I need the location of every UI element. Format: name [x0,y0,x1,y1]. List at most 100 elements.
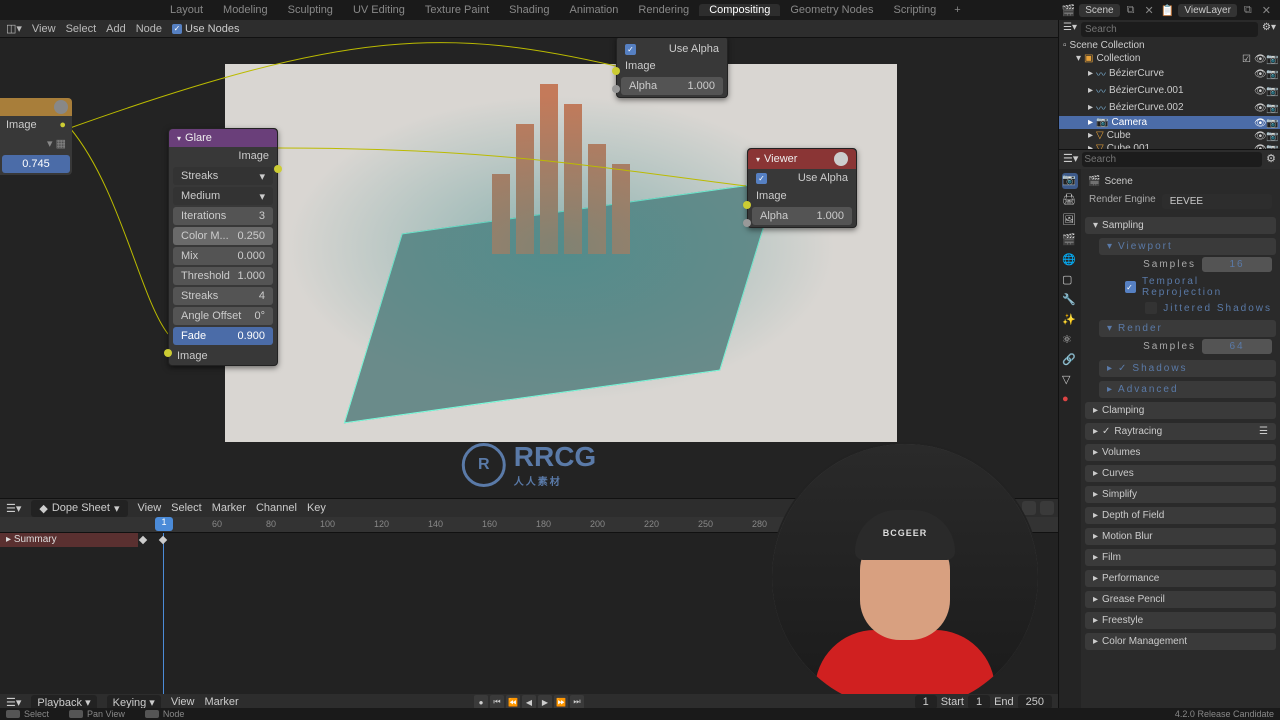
outliner[interactable]: ☰▾⚙▾ ▫Scene Collection ▾▣Collection☑👁📷 ▸… [1059,20,1280,150]
panel-advanced[interactable]: ▸Advanced [1099,381,1276,398]
collapse-icon[interactable]: ▾ [756,155,760,164]
viewlayer-new-icon[interactable]: ⧉ [1241,4,1255,17]
play-rev-icon[interactable]: ◀ [522,695,536,709]
compositor-area[interactable]: R RRCG人人素材 Image● ▾ ▦ 0.745 ▾Glare Image… [0,38,1058,498]
play-icon[interactable]: ▶ [538,695,552,709]
node-glare[interactable]: ▾Glare Image Streaks▾ Medium▾ Iterations… [168,128,278,366]
tab-world-icon[interactable]: 🌐 [1062,253,1078,269]
outliner-item-camera[interactable]: ▸📷Camera👁📷 [1059,116,1280,129]
panel-sampling[interactable]: ▾Sampling [1085,217,1276,234]
glare-threshold[interactable]: Threshold1.000 [173,267,273,285]
fragment-value[interactable]: 0.745 [2,155,70,173]
menu-node[interactable]: Node [136,23,162,35]
tab-modifier-icon[interactable]: 🔧 [1062,293,1078,309]
jump-start-icon[interactable]: ⏮ [490,695,504,709]
checkmark-icon[interactable]: ✓ [756,173,767,184]
outliner-item[interactable]: ▸〰BézierCurve👁📷 [1059,65,1280,82]
panel-render[interactable]: ▾Render [1099,320,1276,337]
glare-quality[interactable]: Medium▾ [173,187,273,205]
tab-add-icon[interactable]: + [946,4,968,16]
jitter-check[interactable] [1145,302,1157,314]
keyframe[interactable] [139,536,147,544]
outliner-search[interactable] [1081,22,1258,37]
panel-dof[interactable]: ▸Depth of Field [1085,507,1276,524]
dope-select[interactable]: Select [171,502,202,514]
checkmark-icon[interactable]: ✓ [625,44,636,55]
tab-scripting[interactable]: Scripting [883,4,946,16]
menu-add[interactable]: Add [106,23,126,35]
viewer-alpha[interactable]: Alpha1.000 [752,207,852,225]
outliner-item[interactable]: ▸〰BézierCurve.002👁📷 [1059,99,1280,116]
glare-angle[interactable]: Angle Offset0° [173,307,273,325]
temporal-check[interactable]: ✓ [1125,281,1136,293]
glare-iterations[interactable]: Iterations3 [173,207,273,225]
editor-icon[interactable]: ☰▾ [6,696,21,709]
playhead[interactable]: 1 [155,517,173,531]
viewport-samples[interactable]: 16 [1202,257,1272,272]
tab-output-icon[interactable]: 🖨 [1062,193,1078,209]
panel-raytracing[interactable]: ▸✓Raytracing☰ [1085,423,1276,440]
panel-clamping[interactable]: ▸Clamping [1085,402,1276,419]
glare-fade[interactable]: Fade0.900 [173,327,273,345]
menu-view[interactable]: View [32,23,56,35]
render-samples[interactable]: 64 [1202,339,1272,354]
editor-icon[interactable]: ☰▾ [6,502,21,515]
tab-material-icon[interactable]: ● [1062,393,1078,409]
tl-marker[interactable]: Marker [204,696,238,708]
dope-mode[interactable]: ◆Dope Sheet ▾ [31,500,127,517]
tab-shading[interactable]: Shading [499,4,559,16]
node-viewer[interactable]: ▾Viewer ✓Use Alpha Image Alpha1.000 [747,148,857,228]
menu-select[interactable]: Select [66,23,97,35]
editor-type-icon[interactable]: ◫▾ [6,22,22,35]
tab-modeling[interactable]: Modeling [213,4,278,16]
list-icon[interactable]: ☰ [1259,426,1268,437]
glare-mix[interactable]: Mix0.000 [173,247,273,265]
panel-volumes[interactable]: ▸Volumes [1085,444,1276,461]
dope-channel[interactable]: Channel [256,502,297,514]
tab-particles-icon[interactable]: ✨ [1062,313,1078,329]
glare-type[interactable]: Streaks▾ [173,167,273,185]
chev-icon[interactable] [1040,501,1054,515]
props-editor-icon[interactable]: ☰▾ [1063,152,1078,167]
current-frame[interactable]: 1 [915,695,937,709]
viewlayer-field[interactable]: ViewLayer [1178,4,1237,17]
viewlayer-del-icon[interactable]: ✕ [1259,4,1274,17]
panel-viewport[interactable]: ▾Viewport [1099,238,1276,255]
tab-compositing[interactable]: Compositing [699,4,780,16]
frame-start[interactable]: 1 [968,695,990,709]
editor-icon[interactable]: ☰▾ [1063,22,1077,37]
panel-motionblur[interactable]: ▸Motion Blur [1085,528,1276,545]
outliner-item[interactable]: ▸〰BézierCurve.001👁📷 [1059,82,1280,99]
tab-physics-icon[interactable]: ⚛ [1062,333,1078,349]
node-fragment[interactable]: Image● ▾ ▦ 0.745 [0,98,72,175]
panel-simplify[interactable]: ▸Simplify [1085,486,1276,503]
panel-freestyle[interactable]: ▸Freestyle [1085,612,1276,629]
jump-end-icon[interactable]: ⏭ [570,695,584,709]
scene-new-icon[interactable]: ⧉ [1124,4,1138,17]
outliner-item[interactable]: ▸▽Cube.001👁📷 [1059,142,1280,150]
panel-curves[interactable]: ▸Curves [1085,465,1276,482]
panel-performance[interactable]: ▸Performance [1085,570,1276,587]
dope-key[interactable]: Key [307,502,326,514]
node-composite[interactable]: ✓Use Alpha Image Alpha1.000 [616,38,728,98]
scene-field[interactable]: Scene [1079,4,1119,17]
panel-film[interactable]: ▸Film [1085,549,1276,566]
glare-colormod[interactable]: Color M...0.250 [173,227,273,245]
keyframe[interactable] [159,536,167,544]
panel-shadows[interactable]: ▸✓Shadows [1099,360,1276,377]
tab-layout[interactable]: Layout [160,4,213,16]
next-key-icon[interactable]: ⏩ [554,695,568,709]
use-nodes-toggle[interactable]: ✓Use Nodes [172,23,239,35]
tl-view[interactable]: View [171,696,195,708]
tab-animation[interactable]: Animation [560,4,629,16]
tab-scene-icon[interactable]: 🎬 [1062,233,1078,249]
tab-render-icon[interactable]: 📷 [1062,173,1078,189]
tab-constraint-icon[interactable]: 🔗 [1062,353,1078,369]
frame-end[interactable]: 250 [1018,695,1052,709]
collapse-icon[interactable]: ▾ [177,134,181,143]
prev-key-icon[interactable]: ⏪ [506,695,520,709]
tab-texpaint[interactable]: Texture Paint [415,4,499,16]
tab-viewlayer-icon[interactable]: 🖼 [1062,213,1078,229]
scene-del-icon[interactable]: ✕ [1141,4,1156,17]
tab-object-icon[interactable]: ▢ [1062,273,1078,289]
